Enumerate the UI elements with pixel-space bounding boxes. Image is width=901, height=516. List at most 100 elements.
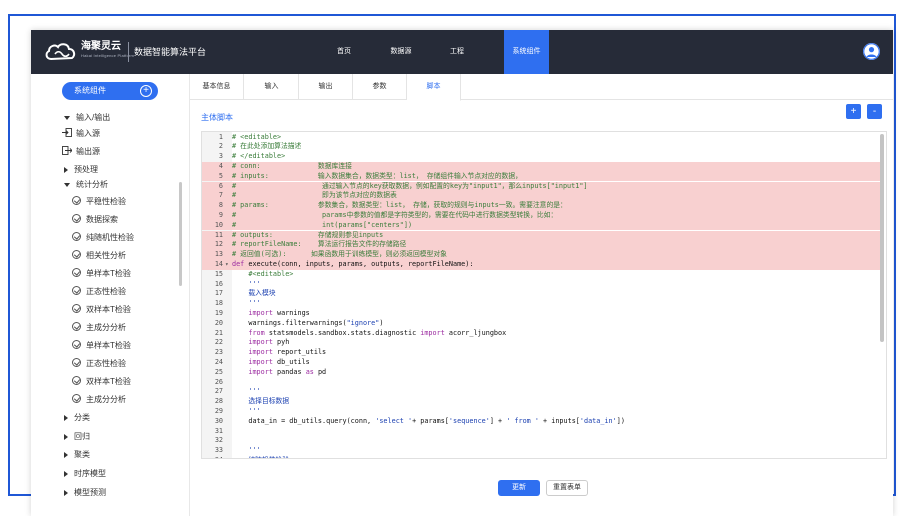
line-number: 10 <box>214 220 223 229</box>
sidebar-item-input-source[interactable]: 输入源 <box>62 127 100 141</box>
reset-form-button[interactable]: 重置表单 <box>546 480 588 496</box>
line-number: 27 <box>214 387 223 396</box>
tab-params[interactable]: 参数 <box>353 74 407 100</box>
code-line[interactable]: 30 data_in = db_utils.query(conn, 'selec… <box>202 417 882 427</box>
check-circle-icon <box>72 250 81 260</box>
code-line[interactable]: 18 ''' <box>202 299 882 309</box>
code-line[interactable]: 28 选择目标数据 <box>202 397 882 407</box>
code-line[interactable]: 26 <box>202 378 882 388</box>
line-number: 1 <box>218 132 223 141</box>
code-line[interactable]: 1 # <editable> <box>202 133 882 143</box>
code-line[interactable]: 15 #<editable> <box>202 270 882 280</box>
fold-toggle-icon[interactable]: ▾ <box>225 260 229 270</box>
sidebar-item-two-sample-t[interactable]: 双样本T检验 <box>72 303 131 317</box>
sidebar-item-one-sample-t-2[interactable]: 单样本T检验 <box>72 339 131 353</box>
code-text: 纯随机性检验 <box>232 456 289 458</box>
code-line[interactable]: 27 ''' <box>202 387 882 397</box>
code-line[interactable]: 11 # outputs: 存储规则参见inputs <box>202 230 882 241</box>
line-number: 28 <box>214 397 223 406</box>
sidebar-item-preprocess[interactable]: 预处理 <box>64 163 98 177</box>
code-line[interactable]: 3 # </editable> <box>202 152 882 162</box>
editor-scrollbar[interactable] <box>880 134 884 342</box>
caret-right-icon <box>64 451 68 458</box>
caret-right-icon <box>64 433 68 440</box>
nav-home[interactable]: 首页 <box>324 30 364 74</box>
code-line[interactable]: 6 # 通过输入节点的key获取数据，例如配置的key为"input1"，那么in… <box>202 181 882 192</box>
code-line[interactable]: 24 import db_utils <box>202 358 882 368</box>
tab-input[interactable]: 输入 <box>245 74 299 100</box>
code-line[interactable]: 7 # 即为该节点对应的数据表 <box>202 191 882 202</box>
code-line[interactable]: 14 ▾ def execute(conn, inputs, params, out… <box>202 259 882 270</box>
add-icon[interactable]: + <box>140 85 152 97</box>
sidebar-item-pca[interactable]: 主成分分析 <box>72 321 126 335</box>
zoom-out-button[interactable]: - <box>867 104 882 119</box>
line-number: 3 <box>218 152 223 161</box>
tab-script[interactable]: 脚本 <box>407 74 461 101</box>
code-line[interactable]: 12 # reportFileName: 算法运行报告文件的存储路径 <box>202 240 882 251</box>
code-editor[interactable]: 1 # <editable> 2 # 在此处添加算法描述 3 # </editable> 4… <box>201 131 887 459</box>
caret-right-icon <box>64 166 68 173</box>
sidebar-item-regression[interactable]: 回归 <box>64 430 90 444</box>
tab-basic-info[interactable]: 基本信息 <box>190 74 244 100</box>
nav-system-components[interactable]: 系统组件 <box>504 30 549 74</box>
check-circle-icon <box>72 214 81 224</box>
check-circle-icon <box>72 232 81 242</box>
code-line[interactable]: 2 # 在此处添加算法描述 <box>202 142 882 152</box>
check-circle-icon <box>72 394 81 404</box>
line-number: 22 <box>214 338 223 347</box>
code-line[interactable]: 8 # params: 参数集合，数据类型：list， 存储，获取的规则与inpu… <box>202 201 882 211</box>
code-text: import pyh <box>248 338 290 347</box>
tab-output[interactable]: 输出 <box>299 74 353 100</box>
check-circle-icon <box>72 358 81 368</box>
code-line[interactable]: 20 warnings.filterwarnings("ignore") <box>202 319 882 329</box>
line-number: 25 <box>214 367 223 376</box>
user-avatar-icon[interactable] <box>863 43 880 60</box>
sidebar-item-correlation[interactable]: 相关性分析 <box>72 249 126 263</box>
update-button[interactable]: 更新 <box>498 480 540 496</box>
code-line[interactable]: 34 纯随机性检验 <box>202 456 882 458</box>
code-text: ''' <box>232 299 261 308</box>
sidebar-item-model-predict[interactable]: 模型预测 <box>64 486 106 500</box>
code-text: ''' <box>232 406 261 415</box>
sidebar-scrollbar[interactable] <box>179 182 182 286</box>
code-line[interactable]: 17 载入模块 <box>202 289 882 299</box>
code-line[interactable]: 22 import pyh <box>202 338 882 348</box>
sidebar-item-timeseries[interactable]: 时序模型 <box>64 467 106 481</box>
code-line[interactable]: 9 # params中参数的值都是字符类型的，需要在代码中进行数据类型转换，比如： <box>202 210 882 221</box>
sidebar-item-output-source[interactable]: 输出源 <box>62 145 100 159</box>
output-icon <box>62 146 72 156</box>
sidebar-item-io[interactable]: 输入/输出 <box>64 111 110 125</box>
code-line[interactable]: 23 import report_utils <box>202 348 882 358</box>
sidebar-item-clustering[interactable]: 聚类 <box>64 448 90 462</box>
code-line[interactable]: 5 # inputs: 输入数据集合，数据类型：list， 存储组件输入节点对应的… <box>202 171 882 182</box>
code-line[interactable]: 33 ''' <box>202 446 882 456</box>
code-line[interactable]: 21 from statsmodels.sandbox.stats.diagno… <box>202 329 882 339</box>
code-line[interactable]: 29 ''' <box>202 407 882 417</box>
sidebar-item-two-sample-t-2[interactable]: 双样本T检验 <box>72 375 131 389</box>
sidebar-item-statistics[interactable]: 统计分析 <box>64 178 108 192</box>
nav-datasource[interactable]: 数据源 <box>381 30 421 74</box>
code-line[interactable]: 10 # int(params["centers"]) <box>202 220 882 231</box>
check-circle-icon <box>72 286 81 296</box>
system-components-button[interactable]: 系统组件 + <box>62 82 158 100</box>
brand: 海聚灵云 Hakai Intelligence Platform <box>81 41 134 59</box>
sidebar-item-stationarity-test[interactable]: 平稳性检验 <box>72 195 126 209</box>
code-line[interactable]: 13 # 返回值(可选): 如果函数用于训练模型，则必须返回模型对象 <box>202 250 882 260</box>
code-text: 载入模块 <box>232 289 276 298</box>
code-line[interactable]: 31 <box>202 427 882 437</box>
nav-project[interactable]: 工程 <box>437 30 477 74</box>
line-number: 9 <box>218 210 223 219</box>
code-line[interactable]: 19 import warnings <box>202 309 882 319</box>
code-line[interactable]: 32 <box>202 436 882 446</box>
sidebar-item-one-sample-t[interactable]: 单样本T检验 <box>72 267 131 281</box>
sidebar-item-normality-test-2[interactable]: 正态性检验 <box>72 357 126 371</box>
sidebar-item-randomness-test[interactable]: 纯随机性检验 <box>72 231 134 245</box>
sidebar-item-data-exploration[interactable]: 数据探索 <box>72 213 118 227</box>
code-line[interactable]: 25 import pandas as pd <box>202 368 882 378</box>
code-line[interactable]: 16 ''' <box>202 280 882 290</box>
sidebar-item-normality-test[interactable]: 正态性检验 <box>72 285 126 299</box>
sidebar-item-classification[interactable]: 分类 <box>64 411 90 425</box>
zoom-in-button[interactable]: + <box>846 104 861 119</box>
sidebar-item-pca-2[interactable]: 主成分分析 <box>72 393 126 407</box>
code-line[interactable]: 4 # conn: 数据库连接 <box>202 161 882 172</box>
